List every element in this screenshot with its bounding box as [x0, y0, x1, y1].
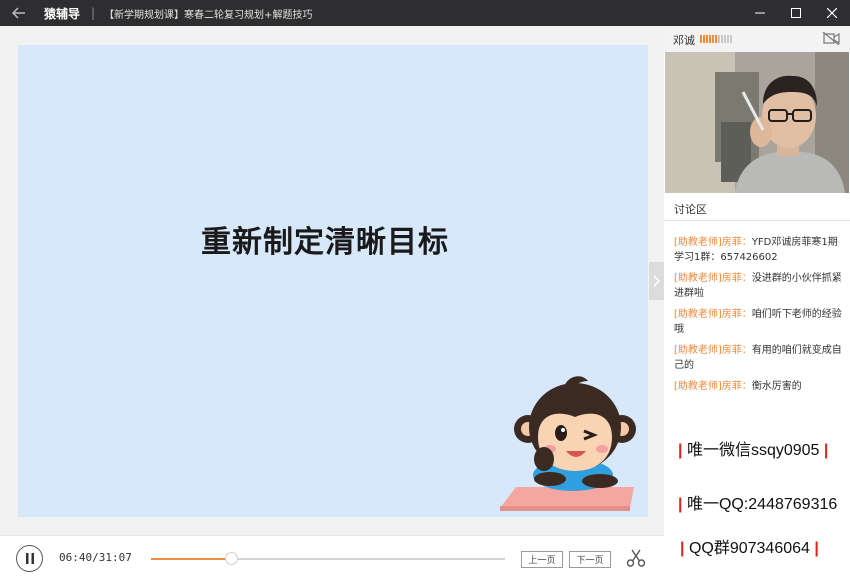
slide: 重新制定清晰目标 [18, 45, 648, 517]
chat-sender: [助教老师]房菲： [674, 237, 752, 248]
chat-message: [助教老师]房菲：YFD邓诚房菲寒1期学习1群：657426602 [674, 235, 846, 265]
chat-message: [助教老师]房菲：有用的咱们就变成自己的 [674, 343, 846, 373]
chevron-right-icon [653, 275, 660, 287]
chat-list: [助教老师]房菲：YFD邓诚房菲寒1期学习1群：657426602 [助教老师]… [674, 235, 846, 400]
qq-text: 唯一QQ:2448769316 [686, 496, 838, 513]
discussion-header: 讨论区 [664, 194, 850, 221]
app-name: 猿辅导 [44, 6, 81, 21]
right-sidebar: 邓诚 讨论区 [助教老师]房菲：YFD邓诚房菲寒1期学习1群：657426602… [664, 26, 850, 578]
wechat-overlay: | 唯一微信ssqy0905 | [678, 436, 828, 460]
overlay-bar: | [823, 442, 829, 459]
camera-off-icon[interactable] [823, 32, 840, 45]
pause-button[interactable] [16, 545, 43, 572]
arrow-left-icon [12, 7, 25, 19]
teacher-video [665, 52, 849, 193]
scissors-icon[interactable] [626, 548, 646, 568]
progress-fill [151, 558, 231, 560]
qq-overlay: | 唯一QQ:2448769316 [678, 490, 837, 514]
window-controls [742, 0, 850, 26]
prev-page-button[interactable]: 上一页 [521, 551, 563, 568]
chat-message: [助教老师]房菲：咱们听下老师的经验哦 [674, 307, 846, 337]
next-page-button[interactable]: 下一页 [569, 551, 611, 568]
minimize-icon [755, 12, 765, 14]
chat-sender: [助教老师]房菲： [674, 345, 752, 356]
collapse-sidebar-button[interactable] [649, 262, 664, 300]
minimize-button[interactable] [742, 0, 778, 26]
playback-controls: 06:40/31:07 上一页 下一页 [0, 535, 664, 578]
progress-bar[interactable] [151, 552, 505, 565]
title-separator: | [91, 6, 96, 20]
back-button[interactable] [0, 0, 38, 26]
maximize-icon [791, 8, 801, 18]
chat-sender: [助教老师]房菲： [674, 273, 752, 284]
qq-group-text: QQ群907346064 [688, 540, 810, 557]
maximize-button[interactable] [778, 0, 814, 26]
wechat-text: 唯一微信ssqy0905 [686, 442, 820, 459]
progress-handle[interactable] [224, 552, 238, 565]
monkey-mascot-icon [500, 376, 636, 511]
discussion-title: 讨论区 [674, 203, 707, 216]
course-title: 【新学期规划课】寒春二轮复习规划+解题技巧 [104, 9, 313, 21]
camera-header: 邓诚 [664, 26, 850, 52]
close-icon [827, 8, 837, 18]
close-button[interactable] [814, 0, 850, 26]
playback-time: 06:40/31:07 [59, 551, 132, 564]
overlay-bar: | [678, 442, 683, 459]
slide-stage: 重新制定清晰目标 [0, 26, 664, 535]
overlay-bar: | [678, 496, 683, 513]
audio-level-icon [700, 35, 732, 43]
chat-text: 衡水厉害的 [751, 381, 802, 392]
chat-message: [助教老师]房菲：衡水厉害的 [674, 379, 846, 394]
qq-group-overlay: | QQ群907346064 | [680, 534, 819, 558]
chat-message: [助教老师]房菲：没进群的小伙伴抓紧进群啦 [674, 271, 846, 301]
chat-sender: [助教老师]房菲： [674, 381, 752, 392]
overlay-bar: | [814, 540, 819, 557]
pause-icon [25, 553, 34, 564]
teacher-name: 邓诚 [673, 34, 695, 47]
overlay-bar: | [680, 540, 685, 557]
chat-sender: [助教老师]房菲： [674, 309, 752, 320]
title-bar: 猿辅导 | 【新学期规划课】寒春二轮复习规划+解题技巧 [0, 0, 850, 26]
slide-heading: 重新制定清晰目标 [201, 225, 449, 260]
teacher-video-frame [665, 52, 849, 193]
